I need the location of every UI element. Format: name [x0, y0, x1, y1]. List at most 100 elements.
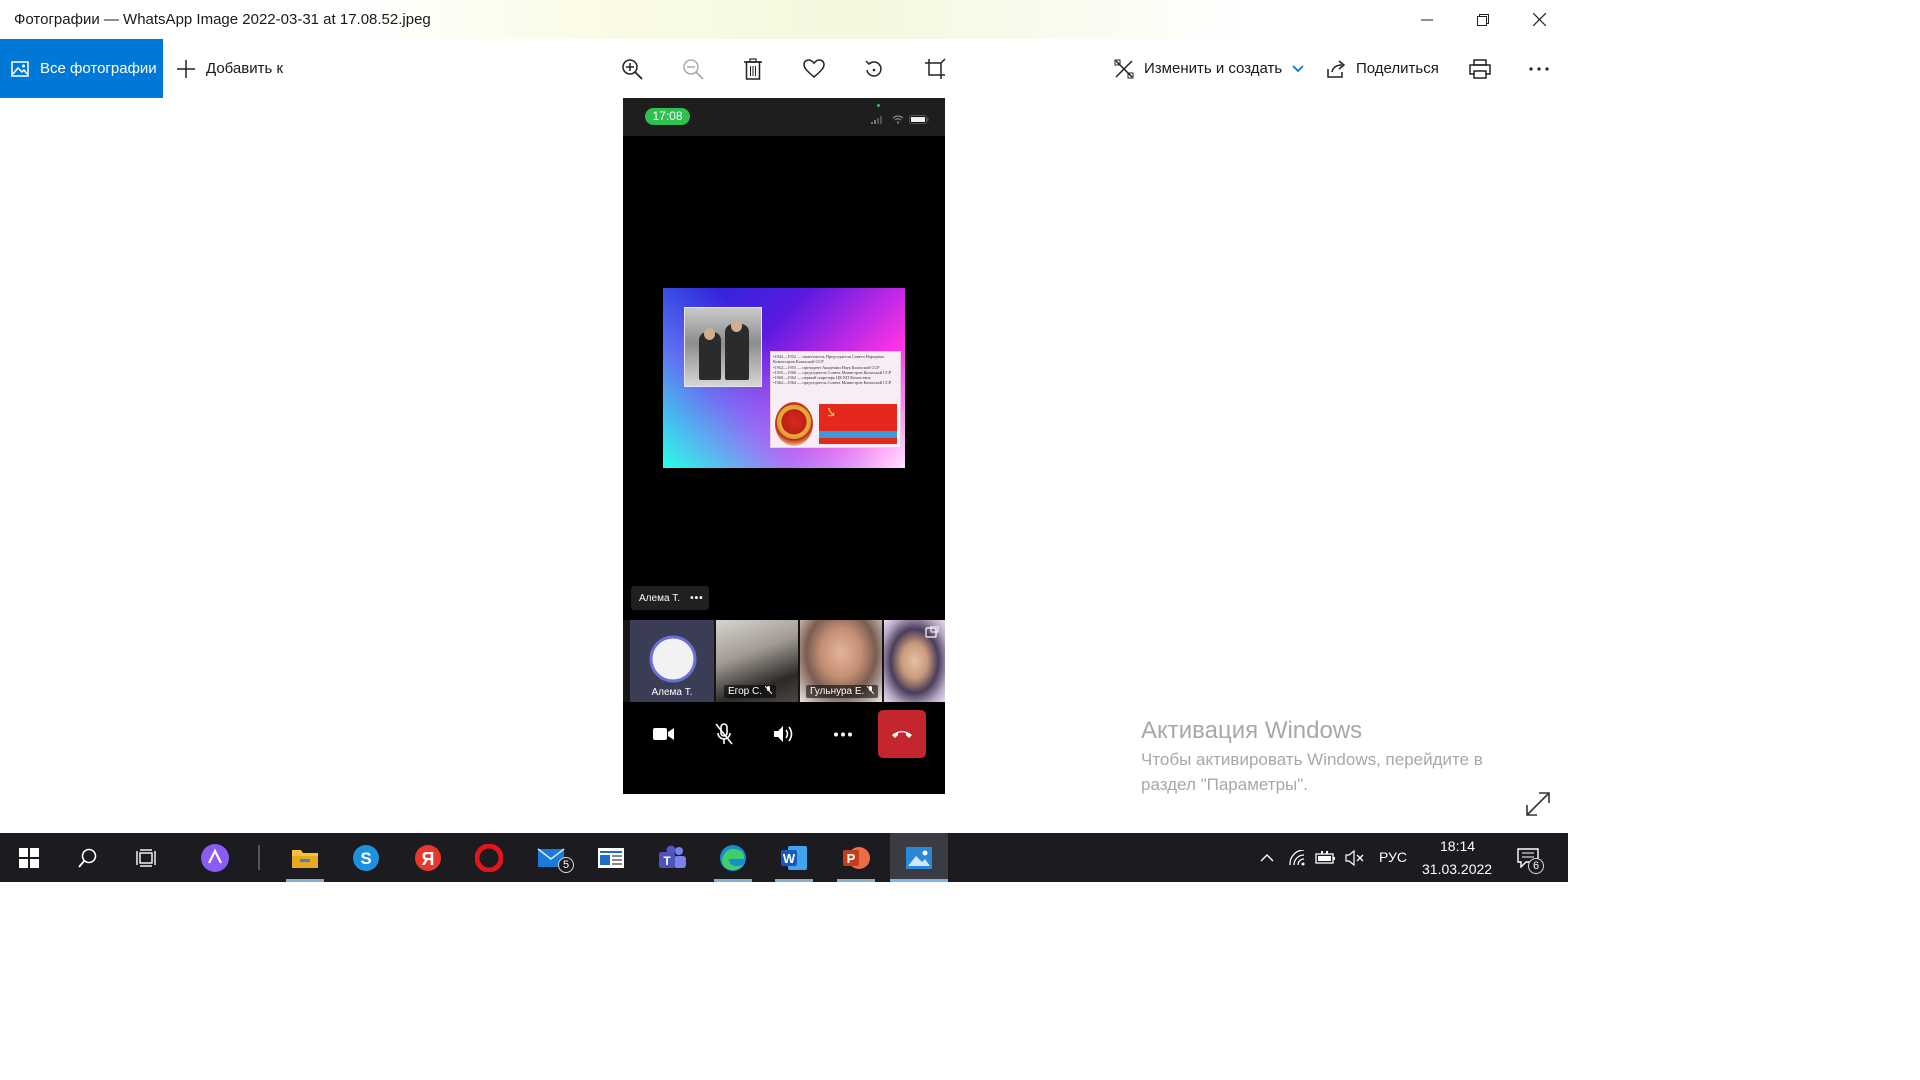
clock-time[interactable]: 18:14 — [1440, 838, 1475, 854]
chevron-down-icon — [1292, 64, 1304, 72]
expand-icon — [1526, 792, 1550, 816]
notification-badge: 6 — [1528, 858, 1544, 874]
restore-button[interactable] — [1455, 0, 1511, 39]
activation-body: Чтобы активировать Windows, перейдите в … — [1141, 750, 1483, 794]
participant-tile[interactable]: Алема Т. — [630, 620, 714, 702]
clock-date[interactable]: 31.03.2022 — [1422, 861, 1492, 877]
photos-app-button[interactable] — [890, 833, 948, 882]
all-photos-label: Все фотографии — [40, 60, 157, 77]
input-language[interactable]: РУС — [1379, 849, 1407, 865]
camera-toggle-button[interactable] — [640, 710, 688, 758]
word-button[interactable]: W — [769, 833, 819, 882]
edge-icon — [720, 844, 746, 871]
call-controls — [623, 708, 945, 758]
participant-tile[interactable]: Гульнура Е. — [800, 620, 882, 702]
chevron-up-icon — [1260, 853, 1274, 861]
participant-tile[interactable]: Егор С. — [716, 620, 798, 702]
search-icon — [78, 848, 97, 868]
active-speaker-chip[interactable]: Алема Т. ••• — [631, 586, 709, 610]
more-icon — [1529, 67, 1549, 71]
crop-button[interactable] — [919, 53, 951, 85]
svg-text:W: W — [783, 851, 796, 866]
volume-muted-icon — [1345, 849, 1364, 866]
slide-text: •1942—1952 — заместитель Председателя Со… — [773, 354, 900, 386]
restore-icon — [1477, 13, 1489, 26]
minimize-button[interactable] — [1399, 0, 1455, 39]
start-button[interactable] — [4, 833, 54, 882]
task-view-icon — [136, 848, 156, 867]
alice-assistant-button[interactable] — [190, 833, 240, 882]
volume-button[interactable] — [1342, 833, 1368, 882]
phone-status-bar: 17:08 — [623, 98, 945, 136]
battery-charging-icon — [1315, 850, 1335, 864]
yandex-icon: Я — [415, 844, 441, 871]
news-icon — [598, 847, 624, 868]
battery-button[interactable] — [1313, 833, 1339, 882]
rotate-button[interactable] — [858, 53, 890, 85]
more-options-button[interactable] — [1523, 53, 1555, 85]
slide-line: •1942—1952 — заместитель Председателя Со… — [773, 354, 885, 365]
speaker-icon — [774, 726, 793, 742]
edge-button[interactable] — [708, 833, 758, 882]
add-to-label: Добавить к — [206, 60, 284, 77]
wifi-icon — [1289, 849, 1305, 865]
wifi-icon — [892, 115, 904, 124]
yandex-browser-button[interactable]: Я — [403, 833, 453, 882]
photos-icon — [906, 846, 932, 869]
rotate-icon — [865, 60, 882, 77]
delete-button[interactable] — [737, 53, 769, 85]
share-button[interactable]: Поделиться — [1326, 39, 1439, 98]
displayed-photo: 17:08 •1942—1952 — заместитель Председат… — [623, 98, 945, 794]
mail-button[interactable]: 5 — [526, 833, 576, 882]
close-button[interactable] — [1511, 0, 1567, 39]
mute-button[interactable] — [700, 710, 748, 758]
favorite-button[interactable] — [798, 53, 830, 85]
share-label: Поделиться — [1356, 60, 1439, 77]
svg-text:S: S — [360, 849, 371, 868]
svg-text:P: P — [847, 851, 856, 866]
more-call-options-button[interactable] — [819, 710, 867, 758]
plus-icon — [177, 59, 195, 78]
powerpoint-icon: P — [843, 846, 870, 869]
print-button[interactable] — [1464, 53, 1496, 85]
participant-tile[interactable] — [884, 620, 945, 702]
windows-logo-icon — [19, 847, 39, 868]
file-explorer-button[interactable] — [280, 833, 330, 882]
switch-camera-icon — [925, 626, 939, 638]
action-center-button[interactable]: 6 — [1508, 833, 1548, 882]
close-icon — [1532, 13, 1546, 26]
news-app-button[interactable] — [586, 833, 636, 882]
teams-icon: T — [659, 845, 686, 868]
add-to-button[interactable]: Добавить к — [176, 39, 283, 98]
zoom-out-button[interactable] — [677, 53, 709, 85]
slide-line: •1962—1964 — председатель Совета Министр… — [773, 380, 892, 386]
participant-name: Гульнура Е. — [806, 685, 879, 698]
svg-text:T: T — [663, 854, 671, 868]
teams-button[interactable]: T — [647, 833, 697, 882]
taskbar: S Я 5 T W P РУС 18:14 31.03.2022 6 — [0, 833, 1568, 882]
all-photos-button[interactable]: Все фотографии — [0, 39, 163, 98]
edit-create-icon — [1114, 59, 1134, 78]
hang-up-button[interactable] — [878, 710, 926, 758]
speaker-button[interactable] — [760, 710, 808, 758]
speaker-more-icon[interactable]: ••• — [690, 593, 704, 604]
activation-title: Активация Windows — [1141, 717, 1363, 744]
powerpoint-button[interactable]: P — [831, 833, 881, 882]
opera-button[interactable] — [464, 833, 514, 882]
show-hidden-icons-button[interactable] — [1254, 833, 1280, 882]
participant-name: Егор С. — [724, 685, 776, 698]
crop-icon — [925, 58, 946, 79]
search-button[interactable] — [63, 833, 113, 882]
fullscreen-button[interactable] — [1524, 790, 1552, 818]
task-view-button[interactable] — [122, 833, 172, 882]
edit-create-label: Изменить и создать — [1144, 60, 1283, 77]
zoom-in-button[interactable] — [616, 53, 648, 85]
edit-create-button[interactable]: Изменить и создать — [1114, 39, 1304, 98]
toolbar: Все фотографии Добавить к Изменить и соз… — [0, 39, 1568, 98]
opera-icon — [475, 843, 503, 872]
skype-button[interactable]: S — [341, 833, 391, 882]
printer-icon — [1469, 59, 1491, 79]
title-bar: Фотографии — WhatsApp Image 2022-03-31 a… — [0, 0, 1568, 39]
battery-icon — [909, 115, 929, 124]
network-button[interactable] — [1285, 833, 1311, 882]
